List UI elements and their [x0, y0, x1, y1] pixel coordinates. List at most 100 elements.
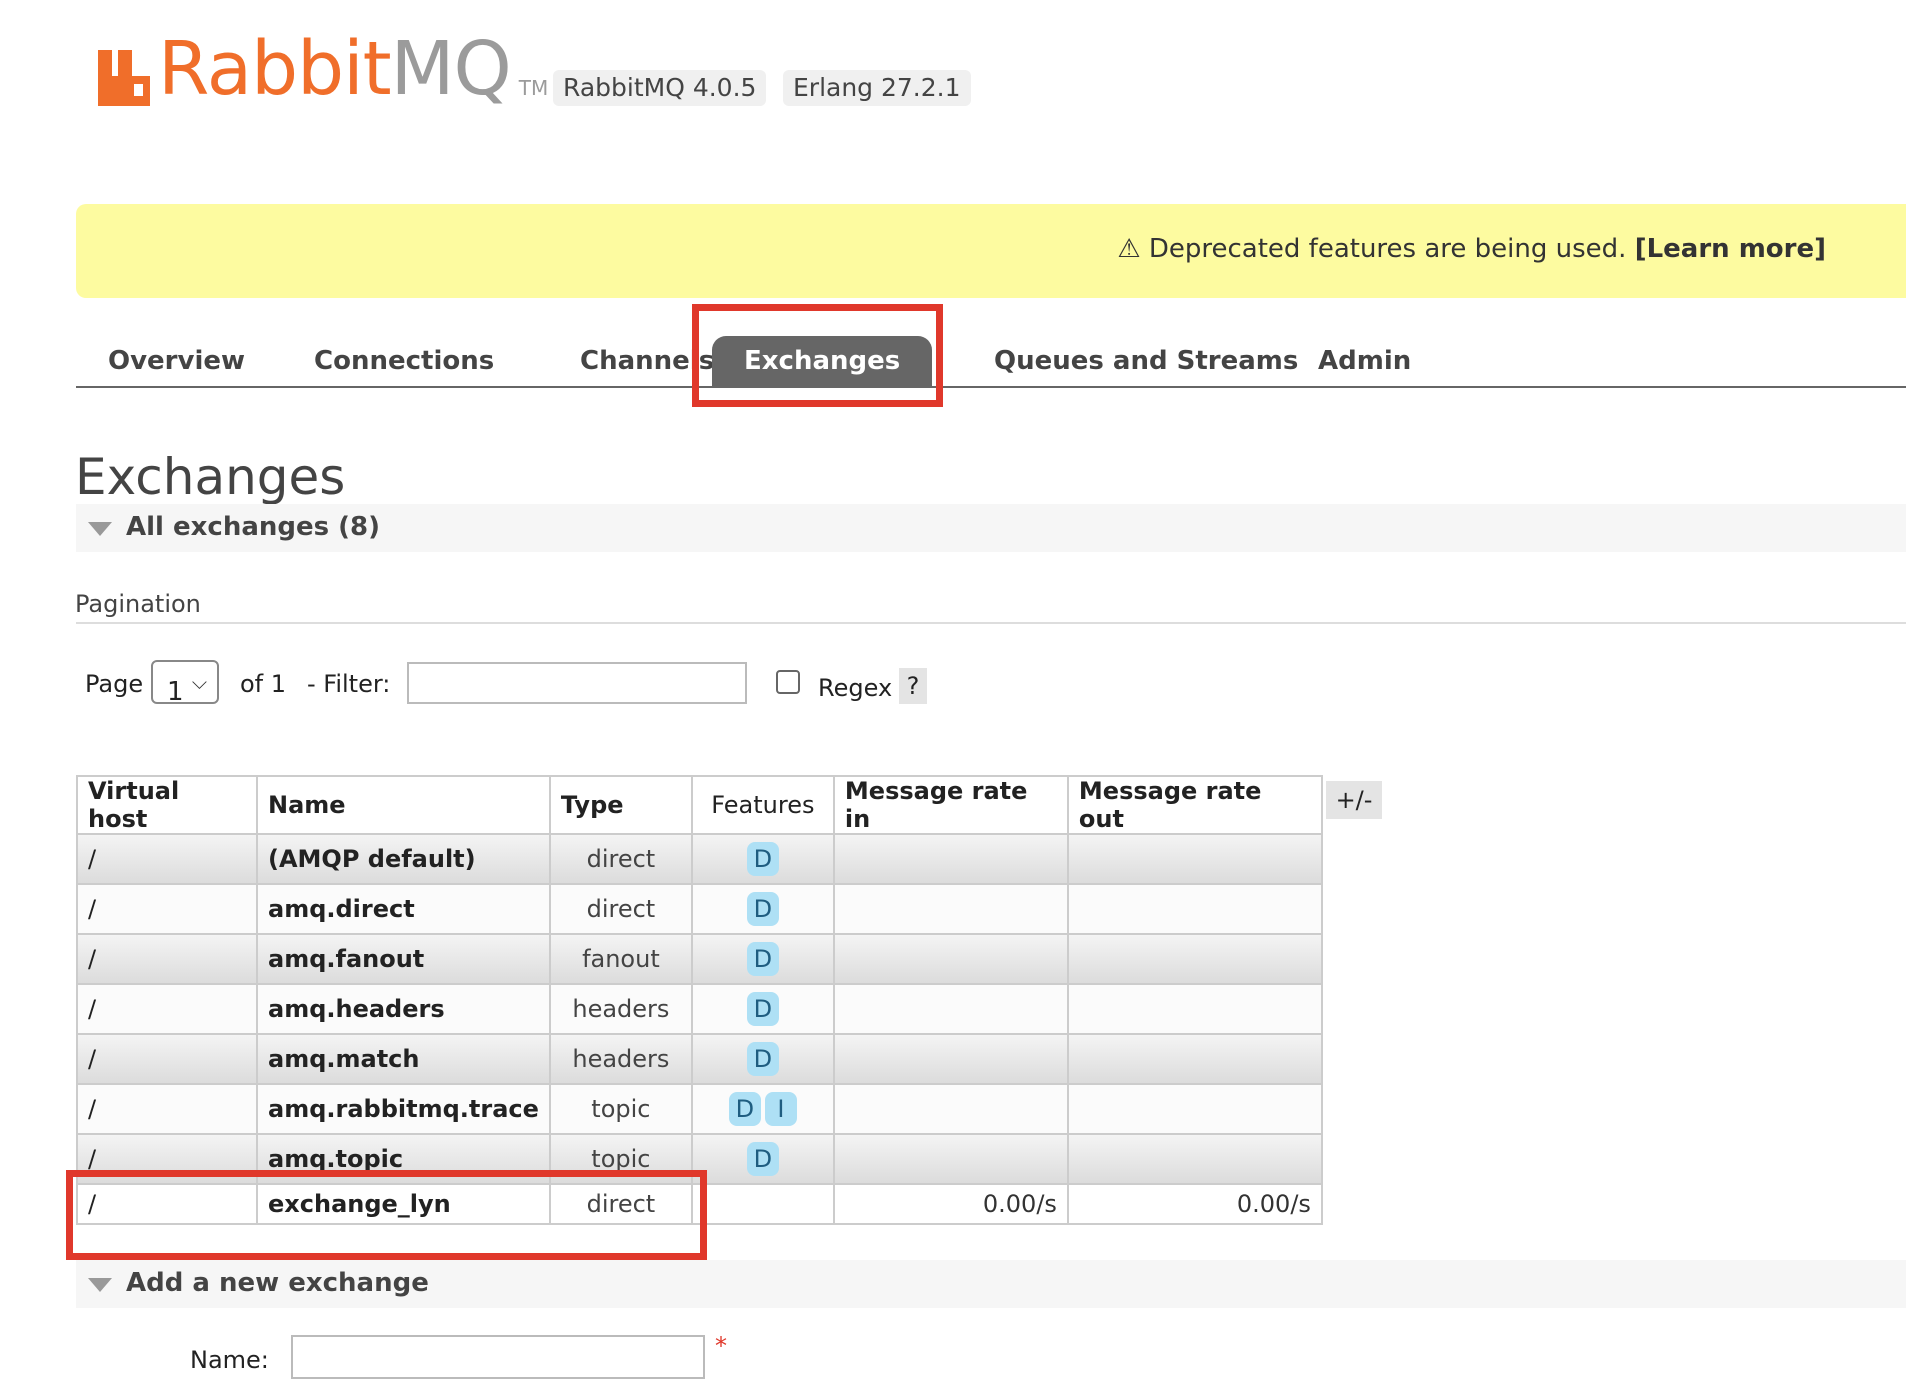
collapse-triangle-icon	[88, 1278, 112, 1292]
rate-in-cell	[832, 1083, 1069, 1135]
rate-in-cell	[832, 1133, 1069, 1185]
name-field-label: Name:	[190, 1346, 269, 1374]
rate-in-cell: 0.00/s	[832, 1183, 1069, 1225]
features-cell: DI	[690, 1083, 835, 1135]
col-virtual-host[interactable]: Virtual host	[76, 775, 258, 835]
table-row: / amq.match headers D	[76, 1033, 1323, 1085]
rate-out-cell	[1066, 883, 1323, 935]
page-select[interactable]: 1 ⌵	[151, 660, 219, 707]
features-cell: D	[690, 883, 835, 935]
rate-in-cell	[832, 983, 1069, 1035]
features-cell: D	[690, 1133, 835, 1185]
rate-out-cell	[1066, 833, 1323, 885]
all-exchanges-section-header[interactable]: All exchanges (8)	[76, 504, 1906, 552]
type-cell: topic	[548, 1083, 693, 1135]
add-exchange-label: Add a new exchange	[126, 1268, 429, 1298]
page-title: Exchanges	[75, 448, 346, 506]
table-row: / amq.fanout fanout D	[76, 933, 1323, 985]
type-cell: headers	[548, 983, 693, 1035]
erlang-version-badge: Erlang 27.2.1	[783, 70, 971, 106]
exchange-name-link[interactable]: amq.rabbitmq.trace	[256, 1083, 551, 1135]
deprecation-text: Deprecated features are being used.	[1148, 234, 1627, 264]
rate-in-cell	[832, 933, 1069, 985]
add-exchange-section-header[interactable]: Add a new exchange	[76, 1260, 1906, 1308]
rate-in-cell	[832, 833, 1069, 885]
page-label: Page	[85, 670, 144, 698]
durable-badge: D	[746, 942, 779, 976]
rate-out-cell	[1066, 1083, 1323, 1135]
rate-out-cell	[1066, 1133, 1323, 1185]
tab-connections[interactable]: Connections	[282, 336, 526, 386]
filter-input[interactable]	[407, 662, 747, 704]
durable-badge: D	[746, 1142, 779, 1176]
toggle-columns-button[interactable]: +/-	[1326, 781, 1382, 819]
tab-admin[interactable]: Admin	[1286, 336, 1443, 386]
internal-badge: I	[764, 1092, 797, 1126]
col-message-rate-in[interactable]: Message rate in	[832, 775, 1069, 835]
deprecation-banner: ⚠ Deprecated features are being used. [L…	[76, 204, 1906, 298]
exchange-name-input[interactable]	[291, 1335, 705, 1379]
features-cell	[690, 1183, 835, 1225]
durable-badge: D	[728, 1092, 761, 1126]
tab-queues-and-streams[interactable]: Queues and Streams	[962, 336, 1330, 386]
exchanges-table: Virtual host Name Type Features Message …	[76, 775, 1323, 1225]
rate-out-cell	[1066, 1033, 1323, 1085]
durable-badge: D	[746, 992, 779, 1026]
exchange-name-link[interactable]: amq.fanout	[256, 933, 551, 985]
col-features: Features	[690, 775, 835, 835]
type-cell: direct	[548, 833, 693, 885]
features-cell: D	[690, 1033, 835, 1085]
chevron-down-icon: ⌵	[191, 670, 207, 694]
exchange-name-link[interactable]: (AMQP default)	[256, 833, 551, 885]
exchanges-tab-highlight	[692, 304, 943, 407]
tab-overview[interactable]: Overview	[76, 336, 277, 386]
rabbitmq-version-badge: RabbitMQ 4.0.5	[553, 70, 767, 106]
col-name[interactable]: Name	[256, 775, 551, 835]
type-cell: direct	[548, 883, 693, 935]
regex-checkbox[interactable]	[776, 670, 800, 694]
type-cell: fanout	[548, 933, 693, 985]
rate-out-cell	[1066, 933, 1323, 985]
rabbit-logo-icon	[98, 50, 150, 106]
warning-icon: ⚠	[1117, 234, 1141, 264]
learn-more-link[interactable]: [Learn more]	[1635, 234, 1826, 264]
col-message-rate-out[interactable]: Message rate out	[1066, 775, 1323, 835]
exchange-name-link[interactable]: amq.direct	[256, 883, 551, 935]
vhost-cell: /	[76, 933, 258, 985]
table-row: / amq.rabbitmq.trace topic DI	[76, 1083, 1323, 1135]
collapse-triangle-icon	[88, 522, 112, 536]
trademark-mark: TM	[518, 76, 549, 100]
page-select-value: 1	[167, 677, 184, 707]
pagination-heading: Pagination	[75, 590, 201, 618]
type-cell: headers	[548, 1033, 693, 1085]
features-cell: D	[690, 933, 835, 985]
regex-label: Regex	[818, 674, 893, 702]
table-row: / amq.headers headers D	[76, 983, 1323, 1035]
vhost-cell: /	[76, 833, 258, 885]
durable-badge: D	[746, 1042, 779, 1076]
durable-badge: D	[746, 842, 779, 876]
rabbitmq-logo[interactable]: RabbitMQ TM	[98, 30, 548, 106]
vhost-cell: /	[76, 1033, 258, 1085]
all-exchanges-label: All exchanges (8)	[126, 512, 381, 542]
rate-out-cell	[1066, 983, 1323, 1035]
main-nav-tabs: Overview Connections Channels Exchanges …	[76, 322, 1906, 388]
required-marker: *	[715, 1332, 727, 1360]
exchange-name-link[interactable]: amq.headers	[256, 983, 551, 1035]
filter-label: - Filter:	[307, 670, 391, 698]
pagination-divider	[76, 622, 1906, 624]
durable-badge: D	[746, 892, 779, 926]
vhost-cell: /	[76, 983, 258, 1035]
features-cell: D	[690, 833, 835, 885]
new-exchange-row-highlight	[66, 1170, 707, 1260]
rate-in-cell	[832, 883, 1069, 935]
regex-help-button[interactable]: ?	[899, 668, 927, 704]
vhost-cell: /	[76, 883, 258, 935]
table-header-row: Virtual host Name Type Features Message …	[76, 775, 1323, 835]
vhost-cell: /	[76, 1083, 258, 1135]
exchange-name-link[interactable]: amq.match	[256, 1033, 551, 1085]
table-row: / amq.direct direct D	[76, 883, 1323, 935]
col-type[interactable]: Type	[548, 775, 693, 835]
table-row: / (AMQP default) direct D	[76, 833, 1323, 885]
deprecation-message: ⚠ Deprecated features are being used. [L…	[1117, 234, 1826, 264]
